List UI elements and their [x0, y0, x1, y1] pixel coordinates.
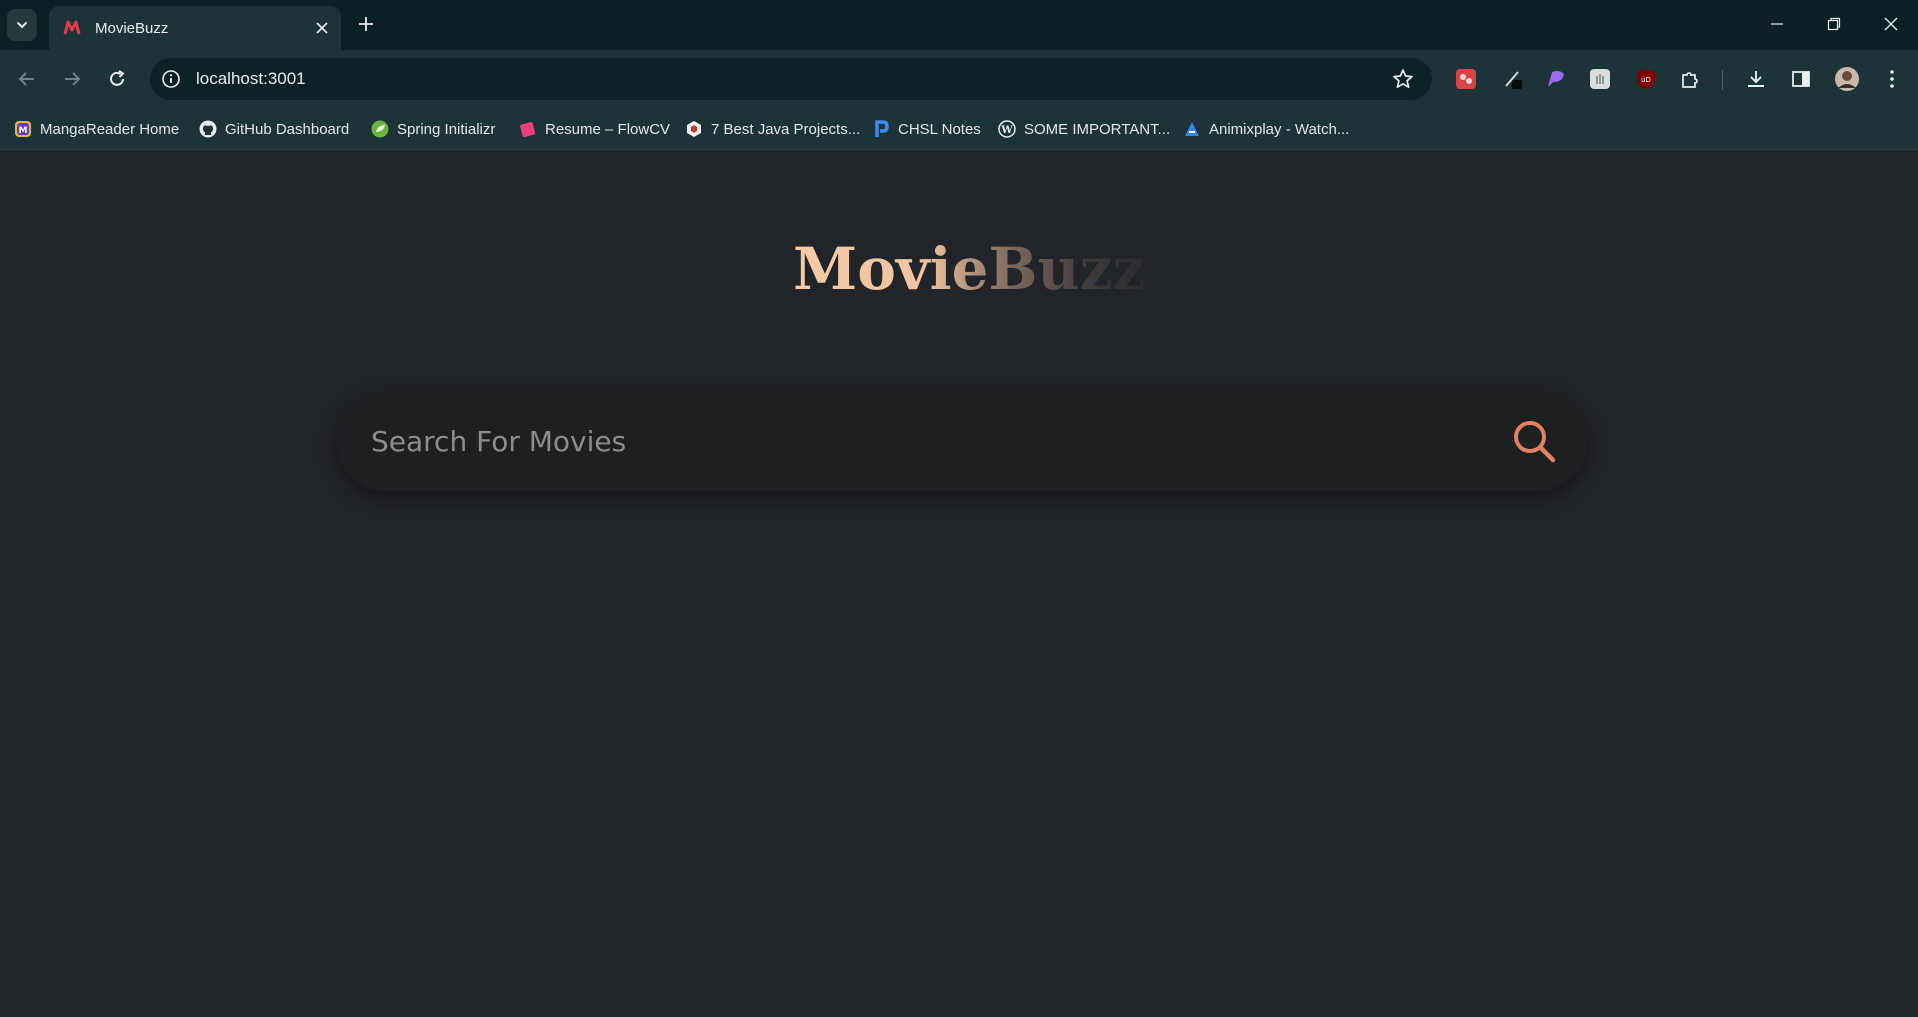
svg-text:W: W	[1000, 125, 1013, 136]
restore-icon	[1827, 17, 1841, 31]
extensions-puzzle-icon[interactable]	[1677, 66, 1703, 92]
reload-icon	[110, 70, 125, 86]
tab-search-button[interactable]	[7, 9, 37, 41]
download-icon	[1748, 71, 1764, 87]
reload-button[interactable]	[102, 64, 132, 94]
app-logo: MovieBuzz	[793, 235, 1146, 303]
url-text[interactable]: localhost:3001	[196, 69, 306, 89]
browser-toolbar: localhost:3001 uD	[0, 50, 1918, 108]
bookmark-label: SOME IMPORTANT...	[1024, 120, 1171, 138]
back-button[interactable]	[12, 64, 42, 94]
java-projects-icon	[685, 120, 703, 138]
bookmark-animixplay[interactable]: Animixplay - Watch...	[1183, 116, 1349, 142]
extension-red-icon[interactable]	[1453, 66, 1479, 92]
extension-pen-icon[interactable]	[1500, 66, 1526, 92]
side-panel-button[interactable]	[1788, 66, 1814, 92]
bookmark-chsl-notes[interactable]: CHSL Notes	[872, 116, 981, 142]
bookmark-label: CHSL Notes	[898, 120, 981, 138]
svg-text:M: M	[19, 126, 28, 136]
chsl-notes-icon	[872, 120, 890, 138]
bookmark-flowcv[interactable]: Resume – FlowCV	[519, 116, 670, 142]
toolbar-separator	[1722, 70, 1723, 90]
bookmark-label: Animixplay - Watch...	[1209, 120, 1350, 138]
bookmark-label: MangaReader Home	[40, 120, 180, 138]
restore-button[interactable]	[1820, 10, 1848, 38]
new-tab-button[interactable]	[353, 11, 379, 37]
tab-strip: MovieBuzz	[0, 0, 1918, 50]
tab-title: MovieBuzz	[95, 19, 169, 37]
bookmark-mangareader[interactable]: M MangaReader Home	[14, 116, 179, 142]
star-bookmark-icon[interactable]	[1392, 68, 1414, 90]
bookmark-spring[interactable]: Spring Initializr	[371, 116, 495, 142]
search-input[interactable]	[371, 417, 1451, 465]
minimize-button[interactable]	[1763, 10, 1791, 38]
search-icon[interactable]	[1511, 418, 1557, 464]
tab-moviebuzz[interactable]: MovieBuzz	[49, 6, 341, 50]
arrow-right-icon	[65, 72, 81, 86]
browser-menu-button[interactable]	[1879, 66, 1905, 92]
logo-text: MovieBuzz	[793, 235, 1146, 303]
bookmark-wordpress[interactable]: W SOME IMPORTANT...	[998, 116, 1170, 142]
close-window-button[interactable]	[1877, 10, 1905, 38]
flowcv-icon	[519, 120, 537, 138]
search-form	[337, 391, 1587, 491]
github-icon	[199, 120, 217, 138]
address-bar[interactable]: localhost:3001	[150, 58, 1432, 100]
downloads-button[interactable]	[1743, 66, 1769, 92]
side-panel-icon	[1792, 71, 1810, 87]
animixplay-icon	[1183, 120, 1201, 138]
mangareader-icon: M	[14, 120, 32, 138]
bookmark-label: 7 Best Java Projects...	[711, 120, 861, 138]
plus-icon	[359, 17, 373, 31]
minimize-icon	[1771, 23, 1783, 25]
more-vertical-icon	[1890, 70, 1894, 88]
close-icon	[1884, 17, 1898, 31]
ublock-origin-icon[interactable]: uD	[1633, 66, 1659, 92]
bookmark-label: Spring Initializr	[397, 120, 496, 138]
close-tab-icon[interactable]	[313, 19, 331, 37]
extension-hand-icon[interactable]	[1587, 66, 1613, 92]
spring-icon	[371, 120, 389, 138]
moviebuzz-page: MovieBuzz	[0, 151, 1918, 1017]
chevron-down-icon	[17, 22, 27, 29]
arrow-left-icon	[18, 72, 34, 86]
bookmark-label: Resume – FlowCV	[545, 120, 671, 138]
site-info-icon[interactable]	[159, 67, 183, 91]
moviebuzz-favicon-icon	[63, 19, 81, 37]
profile-avatar[interactable]	[1834, 66, 1860, 92]
bookmarks-bar: M MangaReader Home GitHub Dashboard Spri…	[0, 108, 1918, 150]
wordpress-icon: W	[998, 120, 1016, 138]
bookmark-github[interactable]: GitHub Dashboard	[199, 116, 349, 142]
svg-text:uD: uD	[1641, 76, 1651, 84]
bookmark-label: GitHub Dashboard	[225, 120, 350, 138]
extension-purple-icon[interactable]	[1543, 66, 1569, 92]
bookmark-java-projects[interactable]: 7 Best Java Projects...	[685, 116, 860, 142]
forward-button[interactable]	[57, 64, 87, 94]
